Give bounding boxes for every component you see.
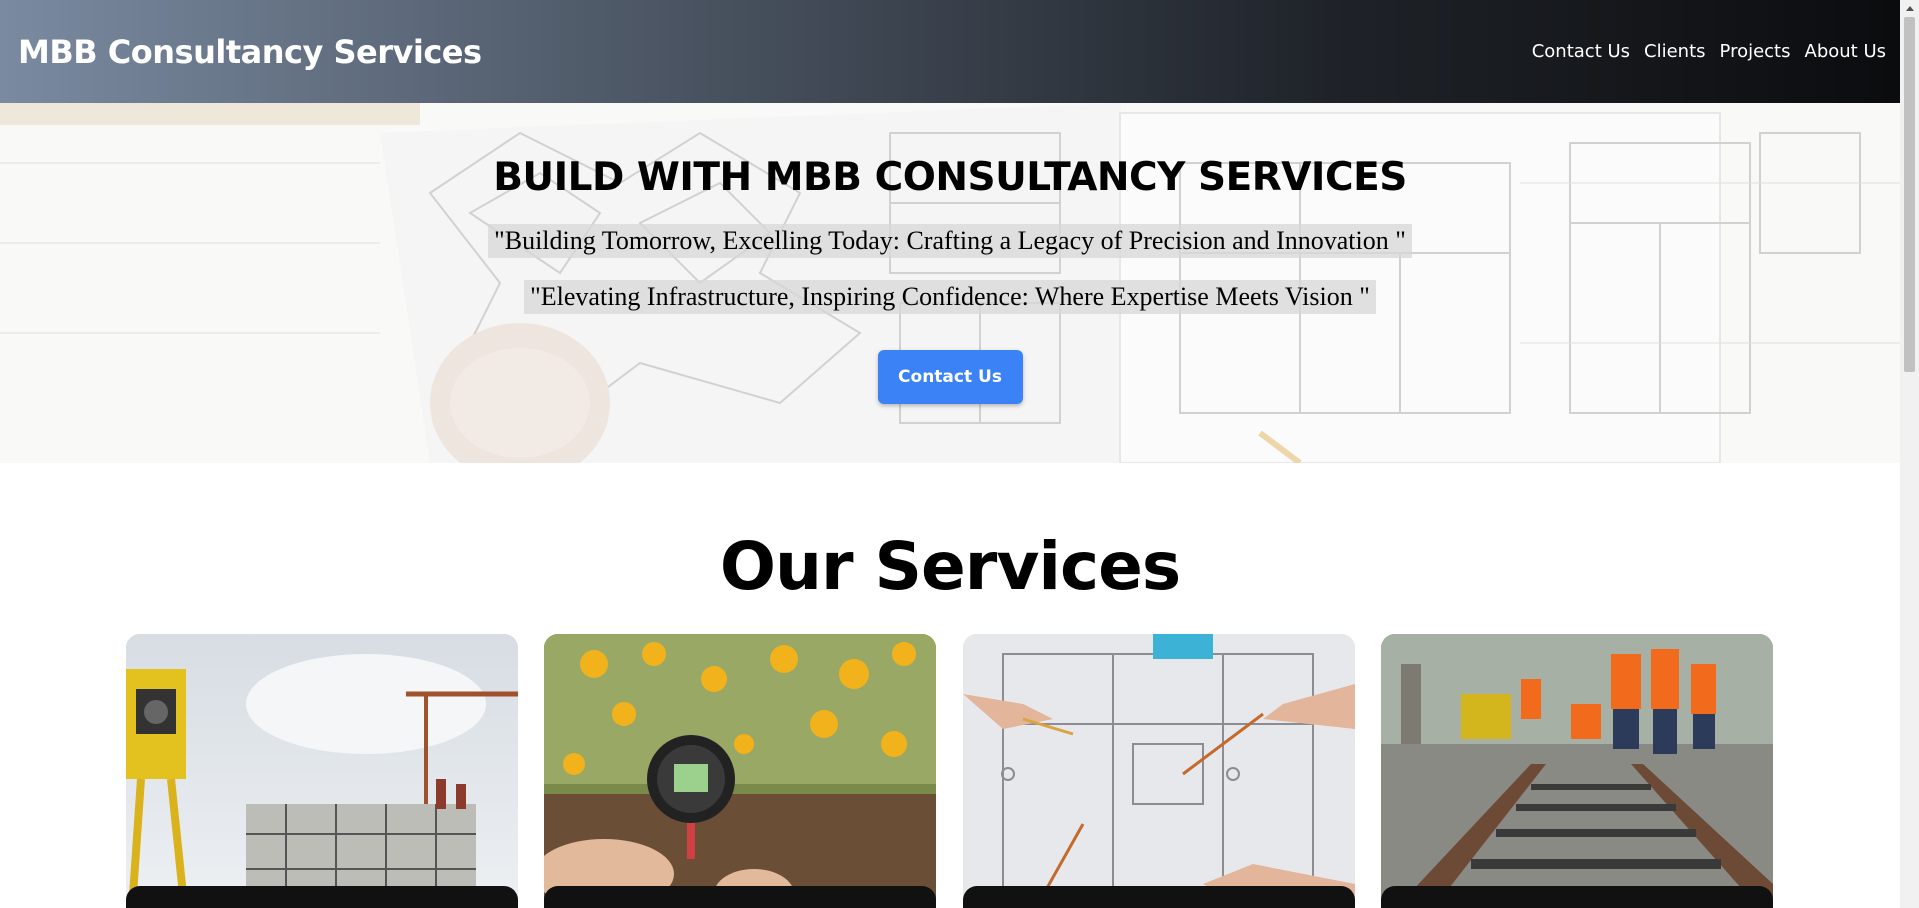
- service-card-design-planning[interactable]: [963, 634, 1355, 908]
- blueprint-planning-image: [963, 634, 1355, 908]
- services-title: Our Services: [719, 528, 1181, 605]
- hero-tagline-1: "Building Tomorrow, Excelling Today: Cra…: [488, 224, 1412, 258]
- nav-link-contact-us[interactable]: Contact Us: [1532, 41, 1630, 62]
- hero-contact-us-button[interactable]: Contact Us: [877, 350, 1023, 404]
- soil-tester-image: [544, 634, 936, 908]
- hero-section: BUILD WITH MBB CONSULTANCY SERVICES "Bui…: [0, 103, 1900, 463]
- card-caption-bar: [963, 886, 1355, 908]
- hero-content: BUILD WITH MBB CONSULTANCY SERVICES "Bui…: [0, 103, 1900, 404]
- scrollbar-thumb[interactable]: [1904, 17, 1915, 372]
- card-caption-bar: [1381, 886, 1773, 908]
- scroll-up-arrow-icon[interactable]: [1900, 0, 1919, 17]
- hero-tagline-2: "Elevating Infrastructure, Inspiring Con…: [524, 280, 1376, 314]
- brand-logo-text[interactable]: MBB Consultancy Services: [18, 33, 482, 71]
- nav-link-projects[interactable]: Projects: [1720, 41, 1791, 62]
- page-scrollbar[interactable]: [1900, 0, 1919, 908]
- page: MBB Consultancy Services Contact Us Clie…: [0, 0, 1900, 908]
- hero-title: BUILD WITH MBB CONSULTANCY SERVICES: [493, 155, 1407, 200]
- construction-site-image: [126, 634, 518, 908]
- service-card-soil-testing[interactable]: [544, 634, 936, 908]
- railway-workers-image: [1381, 634, 1773, 908]
- nav-link-clients[interactable]: Clients: [1644, 41, 1706, 62]
- navbar: MBB Consultancy Services Contact Us Clie…: [0, 0, 1900, 103]
- card-caption-bar: [126, 886, 518, 908]
- service-card-railway[interactable]: [1381, 634, 1773, 908]
- nav-links: Contact Us Clients Projects About Us: [1532, 41, 1886, 62]
- service-card-construction[interactable]: [126, 634, 518, 908]
- nav-link-about-us[interactable]: About Us: [1805, 41, 1887, 62]
- card-caption-bar: [544, 886, 936, 908]
